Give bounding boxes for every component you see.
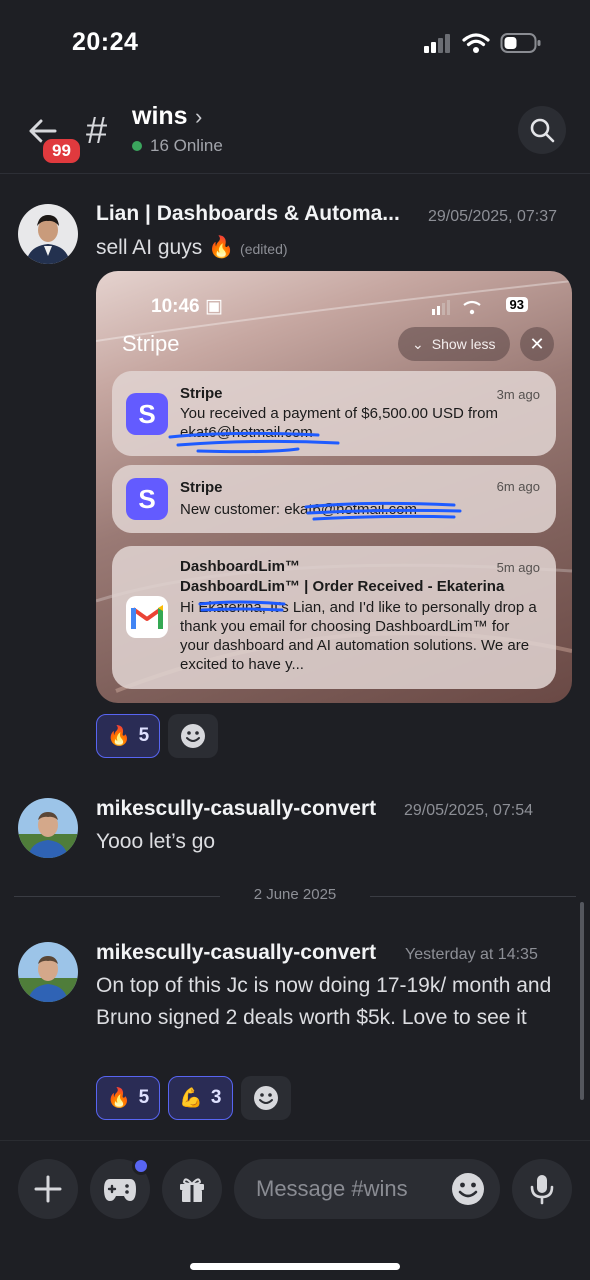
show-less-label: Show less bbox=[431, 336, 496, 352]
gmail-logo-icon bbox=[126, 596, 168, 638]
hash-icon: # bbox=[86, 110, 108, 152]
message-author[interactable]: mikescully-casually-convert bbox=[96, 797, 376, 821]
notification-card: S Stripe 3m ago You received a payment o… bbox=[112, 371, 556, 456]
wifi-icon bbox=[462, 33, 490, 53]
notification-time: 5m ago bbox=[496, 560, 540, 575]
plus-icon bbox=[34, 1175, 62, 1203]
gift-icon bbox=[180, 1178, 204, 1202]
notification-card: S Stripe 6m ago New customer: ekat6@hotm… bbox=[112, 465, 556, 533]
notification-app: Stripe bbox=[180, 479, 223, 496]
scribble-redaction bbox=[304, 501, 462, 521]
reactions-row: 🔥 5 💪 3 bbox=[96, 1076, 291, 1120]
emoji-picker-icon[interactable] bbox=[450, 1171, 486, 1207]
add-reaction-button[interactable] bbox=[168, 714, 219, 758]
reaction-muscle[interactable]: 💪 3 bbox=[168, 1076, 233, 1120]
status-time: 20:24 bbox=[72, 28, 139, 56]
online-text: 16 Online bbox=[150, 136, 223, 155]
scribble-redaction bbox=[168, 431, 340, 454]
battery-icon bbox=[500, 33, 541, 53]
embed-status-time: 10:46 ▣ bbox=[151, 296, 223, 317]
gamepad-icon bbox=[104, 1179, 136, 1201]
message-body: On top of this Jc is now doing 17-19k/ m… bbox=[96, 974, 552, 1029]
fire-emoji-icon: 🔥 bbox=[107, 1088, 131, 1109]
smiley-icon bbox=[253, 1086, 278, 1110]
message-body: Yooo let’s go bbox=[96, 830, 216, 853]
reaction-fire[interactable]: 🔥 5 bbox=[96, 1076, 161, 1120]
notification-subject: DashboardLim™ | Order Received - Ekateri… bbox=[180, 578, 505, 595]
reactions-row: 🔥 5 bbox=[96, 714, 219, 758]
show-less-pill: ⌄ Show less bbox=[398, 327, 510, 361]
fire-emoji-icon: 🔥 bbox=[107, 726, 131, 747]
home-indicator bbox=[190, 1263, 400, 1270]
channel-name[interactable]: wins bbox=[132, 102, 188, 131]
embed-app-title: Stripe bbox=[122, 331, 180, 356]
notification-time: 6m ago bbox=[496, 479, 540, 494]
voice-message-button[interactable] bbox=[512, 1159, 572, 1219]
stripe-logo-icon: S bbox=[126, 478, 168, 520]
microphone-icon bbox=[530, 1175, 554, 1205]
smiley-icon bbox=[181, 724, 206, 748]
notification-app: Stripe bbox=[180, 385, 223, 402]
scribble-redaction bbox=[198, 600, 286, 612]
reaction-fire[interactable]: 🔥 5 bbox=[96, 714, 161, 758]
message-body: sell AI guys 🔥 bbox=[96, 236, 235, 259]
gift-button[interactable] bbox=[162, 1159, 222, 1219]
chevron-right-icon[interactable]: › bbox=[195, 104, 202, 130]
search-button[interactable] bbox=[518, 106, 566, 154]
message-timestamp: 29/05/2025, 07:54 bbox=[404, 802, 534, 819]
channel-header: 99 # wins › 16 Online bbox=[0, 90, 590, 174]
stripe-logo-icon: S bbox=[126, 393, 168, 435]
notification-dot bbox=[132, 1157, 150, 1175]
reaction-count: 3 bbox=[210, 1087, 222, 1108]
signal-icon bbox=[424, 34, 450, 53]
message-author[interactable]: Lian | Dashboards & Automa... bbox=[96, 202, 400, 226]
notification-app: DashboardLim™ bbox=[180, 558, 301, 575]
message-text: sell AI guys 🔥 (edited) bbox=[96, 232, 566, 265]
message-timestamp: Yesterday at 14:35 bbox=[405, 946, 538, 963]
message-author[interactable]: mikescully-casually-convert bbox=[96, 941, 376, 965]
embed-signal-icon bbox=[432, 300, 481, 315]
reaction-count: 5 bbox=[138, 1087, 150, 1108]
embed-battery: 93 bbox=[505, 297, 528, 312]
avatar[interactable] bbox=[18, 942, 78, 1002]
status-bar: 20:24 bbox=[0, 0, 590, 90]
edited-label: (edited) bbox=[240, 241, 288, 257]
unread-badge: 99 bbox=[40, 136, 83, 166]
scrollbar[interactable] bbox=[580, 902, 584, 1100]
reaction-count: 5 bbox=[138, 725, 150, 746]
date-divider-label: 2 June 2025 bbox=[253, 886, 337, 903]
notification-card: DashboardLim™ 5m ago DashboardLim™ | Ord… bbox=[112, 546, 556, 689]
add-reaction-button[interactable] bbox=[240, 1076, 291, 1120]
status-icons bbox=[424, 32, 542, 54]
add-attachment-button[interactable] bbox=[18, 1159, 78, 1219]
composer-bar bbox=[0, 1140, 590, 1280]
online-dot bbox=[132, 141, 142, 151]
chevron-down-icon: ⌄ bbox=[412, 335, 424, 352]
muscle-emoji-icon: 💪 bbox=[179, 1088, 203, 1109]
notification-time: 3m ago bbox=[496, 387, 540, 402]
image-attachment[interactable]: 10:46 ▣ 93 Stripe ⌄ Show less ✕ S Stripe… bbox=[96, 271, 572, 703]
avatar[interactable] bbox=[18, 204, 78, 264]
close-icon: ✕ bbox=[520, 327, 554, 361]
message-timestamp: 29/05/2025, 07:37 bbox=[428, 208, 558, 225]
online-count: 16 Online bbox=[132, 136, 223, 156]
search-icon bbox=[530, 118, 555, 143]
avatar[interactable] bbox=[18, 798, 78, 858]
date-divider: 2 June 2025 bbox=[14, 886, 576, 903]
